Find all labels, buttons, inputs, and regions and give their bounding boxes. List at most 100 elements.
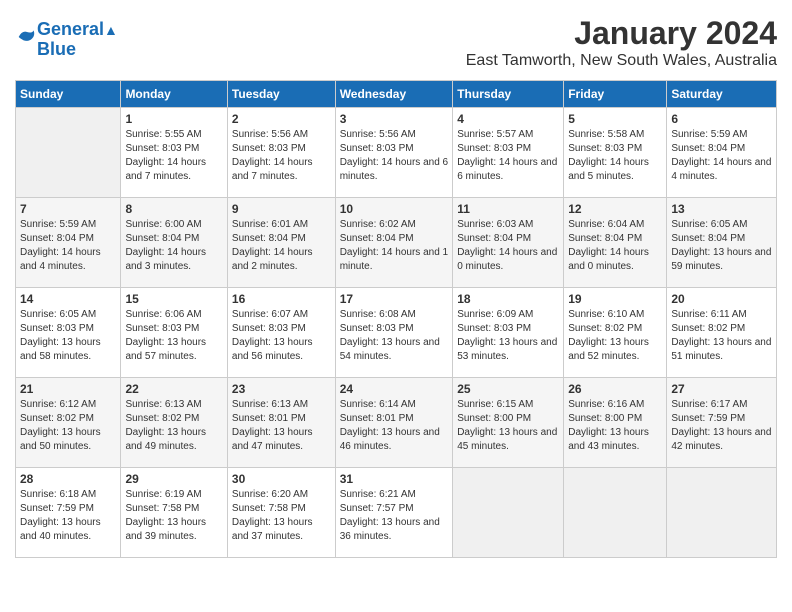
day-info: Sunrise: 6:05 AMSunset: 8:04 PMDaylight:… (671, 218, 772, 274)
calendar-cell: 6Sunrise: 5:59 AMSunset: 8:04 PMDaylight… (667, 108, 777, 198)
day-info: Sunrise: 6:05 AMSunset: 8:03 PMDaylight:… (20, 308, 116, 364)
calendar-subtitle: East Tamworth, New South Wales, Australi… (466, 52, 777, 70)
calendar-title: January 2024 (466, 15, 777, 52)
calendar-week-row: 1 Sunrise: 5:55 AMSunset: 8:03 PMDaylight… (16, 108, 777, 198)
logo-text-general: General (37, 19, 104, 39)
calendar-cell: 3 Sunrise: 5:56 AMSunset: 8:03 PMDaylight… (335, 108, 453, 198)
calendar-cell: 2Sunrise: 5:56 AMSunset: 8:03 PMDaylight… (227, 108, 335, 198)
day-number: 1 (125, 112, 222, 126)
calendar-cell: 1 Sunrise: 5:55 AMSunset: 8:03 PMDaylight… (121, 108, 227, 198)
logo-text-blue: Blue (37, 40, 118, 60)
header-thursday: Thursday (453, 81, 564, 108)
day-info: Sunrise: 6:15 AMSunset: 8:00 PMDaylight:… (457, 398, 559, 454)
day-info: Sunrise: 6:10 AMSunset: 8:02 PMDaylight:… (568, 308, 662, 364)
day-info: Sunrise: 5:57 AMSunset: 8:03 PMDaylight:… (457, 128, 559, 184)
day-number: 6 (671, 112, 772, 126)
day-number: 18 (457, 292, 559, 306)
day-info: Sunrise: 6:04 AMSunset: 8:04 PMDaylight:… (568, 218, 662, 274)
day-info: Sunrise: 6:17 AMSunset: 7:59 PMDaylight:… (671, 398, 772, 454)
calendar-cell: 23Sunrise: 6:13 AMSunset: 8:01 PMDayligh… (227, 378, 335, 468)
day-info: Sunrise: 6:11 AMSunset: 8:02 PMDaylight:… (671, 308, 772, 364)
calendar-cell: 26 Sunrise: 6:16 AMSunset: 8:00 PMDayligh… (564, 378, 667, 468)
calendar-title-block: January 2024 East Tamworth, New South Wa… (466, 15, 777, 70)
day-number: 19 (568, 292, 662, 306)
day-number: 7 (20, 202, 116, 216)
calendar-cell: 21 Sunrise: 6:12 AMSunset: 8:02 PMDayligh… (16, 378, 121, 468)
day-number: 26 (568, 382, 662, 396)
calendar-cell: 15 Sunrise: 6:06 AMSunset: 8:03 PMDayligh… (121, 288, 227, 378)
calendar-cell: 10Sunrise: 6:02 AMSunset: 8:04 PMDayligh… (335, 198, 453, 288)
day-info: Sunrise: 6:20 AMSunset: 7:58 PMDaylight:… (232, 488, 331, 544)
calendar-cell: 13 Sunrise: 6:05 AMSunset: 8:04 PMDayligh… (667, 198, 777, 288)
day-number: 5 (568, 112, 662, 126)
calendar-cell: 29Sunrise: 6:19 AMSunset: 7:58 PMDayligh… (121, 468, 227, 558)
calendar-cell: 4Sunrise: 5:57 AMSunset: 8:03 PMDaylight… (453, 108, 564, 198)
day-number: 30 (232, 472, 331, 486)
day-number: 12 (568, 202, 662, 216)
day-info: Sunrise: 6:14 AMSunset: 8:01 PMDaylight:… (340, 398, 449, 454)
day-number: 21 (20, 382, 116, 396)
day-info: Sunrise: 6:16 AMSunset: 8:00 PMDaylight:… (568, 398, 662, 454)
calendar-cell (667, 468, 777, 558)
calendar-cell: 5 Sunrise: 5:58 AMSunset: 8:03 PMDaylight… (564, 108, 667, 198)
day-info: Sunrise: 5:56 AMSunset: 8:03 PMDaylight:… (232, 128, 331, 184)
day-info: Sunrise: 6:12 AMSunset: 8:02 PMDaylight:… (20, 398, 116, 454)
logo: General▲ Blue (15, 20, 118, 60)
day-info: Sunrise: 6:08 AMSunset: 8:03 PMDaylight:… (340, 308, 449, 364)
page-header: General▲ Blue January 2024 East Tamworth… (15, 15, 777, 70)
day-number: 15 (125, 292, 222, 306)
header-wednesday: Wednesday (335, 81, 453, 108)
day-number: 27 (671, 382, 772, 396)
day-number: 3 (340, 112, 449, 126)
day-info: Sunrise: 5:59 AMSunset: 8:04 PMDaylight:… (20, 218, 116, 274)
calendar-cell: 28 Sunrise: 6:18 AMSunset: 7:59 PMDayligh… (16, 468, 121, 558)
calendar-cell (16, 108, 121, 198)
day-number: 13 (671, 202, 772, 216)
calendar-cell: 24Sunrise: 6:14 AMSunset: 8:01 PMDayligh… (335, 378, 453, 468)
day-info: Sunrise: 5:58 AMSunset: 8:03 PMDaylight:… (568, 128, 662, 184)
calendar-cell: 11 Sunrise: 6:03 AMSunset: 8:04 PMDayligh… (453, 198, 564, 288)
calendar-cell: 16Sunrise: 6:07 AMSunset: 8:03 PMDayligh… (227, 288, 335, 378)
day-number: 29 (125, 472, 222, 486)
day-number: 9 (232, 202, 331, 216)
calendar-cell: 17 Sunrise: 6:08 AMSunset: 8:03 PMDayligh… (335, 288, 453, 378)
day-number: 8 (125, 202, 222, 216)
calendar-cell: 9Sunrise: 6:01 AMSunset: 8:04 PMDaylight… (227, 198, 335, 288)
day-number: 25 (457, 382, 559, 396)
calendar-header-row: Sunday Monday Tuesday Wednesday Thursday… (16, 81, 777, 108)
day-number: 17 (340, 292, 449, 306)
calendar-cell: 7 Sunrise: 5:59 AMSunset: 8:04 PMDaylight… (16, 198, 121, 288)
header-friday: Friday (564, 81, 667, 108)
day-info: Sunrise: 6:06 AMSunset: 8:03 PMDaylight:… (125, 308, 222, 364)
calendar-cell: 8 Sunrise: 6:00 AMSunset: 8:04 PMDaylight… (121, 198, 227, 288)
header-sunday: Sunday (16, 81, 121, 108)
calendar-cell (453, 468, 564, 558)
calendar-cell: 27 Sunrise: 6:17 AMSunset: 7:59 PMDayligh… (667, 378, 777, 468)
calendar-cell: 14 Sunrise: 6:05 AMSunset: 8:03 PMDayligh… (16, 288, 121, 378)
calendar-cell (564, 468, 667, 558)
day-number: 10 (340, 202, 449, 216)
day-info: Sunrise: 6:13 AMSunset: 8:01 PMDaylight:… (232, 398, 331, 454)
calendar-week-row: 28 Sunrise: 6:18 AMSunset: 7:59 PMDayligh… (16, 468, 777, 558)
calendar-week-row: 21 Sunrise: 6:12 AMSunset: 8:02 PMDayligh… (16, 378, 777, 468)
calendar-cell: 20Sunrise: 6:11 AMSunset: 8:02 PMDayligh… (667, 288, 777, 378)
header-saturday: Saturday (667, 81, 777, 108)
calendar-cell: 12 Sunrise: 6:04 AMSunset: 8:04 PMDayligh… (564, 198, 667, 288)
day-info: Sunrise: 5:56 AMSunset: 8:03 PMDaylight:… (340, 128, 449, 184)
day-info: Sunrise: 6:09 AMSunset: 8:03 PMDaylight:… (457, 308, 559, 364)
header-tuesday: Tuesday (227, 81, 335, 108)
calendar-cell: 18 Sunrise: 6:09 AMSunset: 8:03 PMDayligh… (453, 288, 564, 378)
day-number: 11 (457, 202, 559, 216)
day-number: 31 (340, 472, 449, 486)
day-info: Sunrise: 6:13 AMSunset: 8:02 PMDaylight:… (125, 398, 222, 454)
day-info: Sunrise: 5:55 AMSunset: 8:03 PMDaylight:… (125, 128, 222, 184)
day-info: Sunrise: 6:03 AMSunset: 8:04 PMDaylight:… (457, 218, 559, 274)
day-number: 14 (20, 292, 116, 306)
day-info: Sunrise: 6:18 AMSunset: 7:59 PMDaylight:… (20, 488, 116, 544)
day-info: Sunrise: 6:00 AMSunset: 8:04 PMDaylight:… (125, 218, 222, 274)
day-number: 28 (20, 472, 116, 486)
calendar-cell: 22Sunrise: 6:13 AMSunset: 8:02 PMDayligh… (121, 378, 227, 468)
calendar-week-row: 14 Sunrise: 6:05 AMSunset: 8:03 PMDayligh… (16, 288, 777, 378)
calendar-cell: 19 Sunrise: 6:10 AMSunset: 8:02 PMDayligh… (564, 288, 667, 378)
calendar-cell: 25 Sunrise: 6:15 AMSunset: 8:00 PMDayligh… (453, 378, 564, 468)
